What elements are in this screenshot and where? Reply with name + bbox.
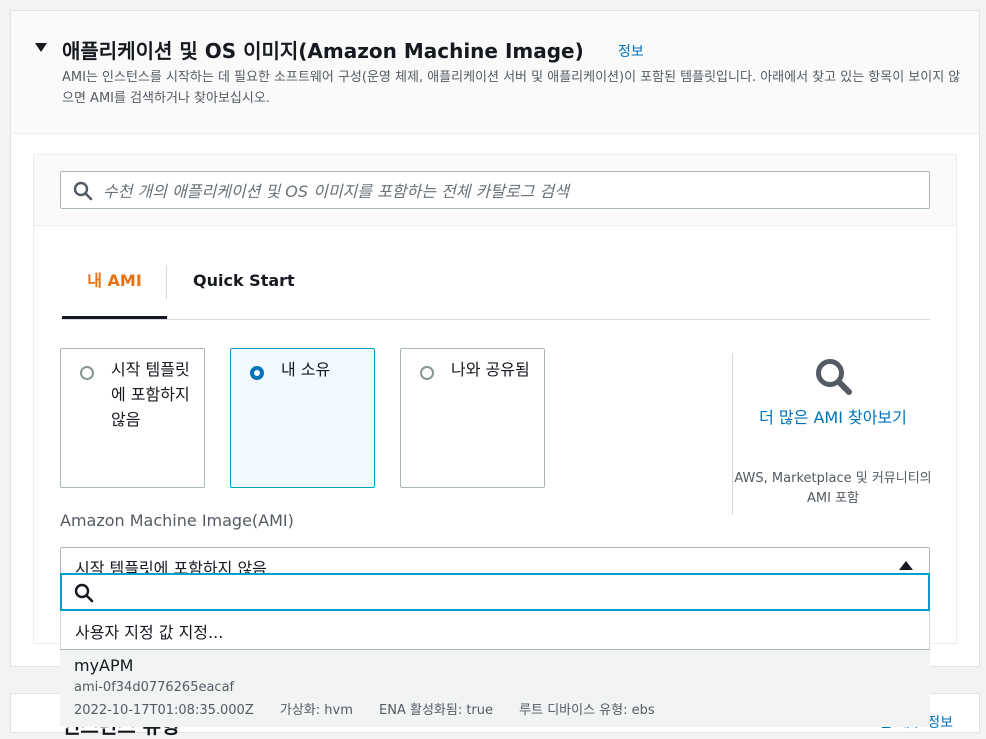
ami-filter-box[interactable] <box>60 573 930 611</box>
custom-value-option[interactable]: 사용자 지정 값 지정... <box>75 619 223 643</box>
ownership-label-not-included: 시작 템플릿에 포함하지 않음 <box>111 360 190 429</box>
tab-divider <box>166 265 167 299</box>
info-link[interactable]: 정보 <box>618 41 644 61</box>
ownership-label-owned-by-me: 내 소유 <box>281 360 331 379</box>
ami-filter-input[interactable] <box>100 575 924 611</box>
radio-shared[interactable] <box>420 366 434 380</box>
catalog-search-band <box>34 155 956 226</box>
tab-my-ami[interactable]: 내 AMI <box>62 255 167 319</box>
caret-up-icon <box>899 561 913 570</box>
ami-option-name: myAPM <box>74 656 134 675</box>
search-icon <box>73 181 93 201</box>
ami-option-ena: ENA 활성화됨: true <box>379 703 494 718</box>
ami-option-meta: 2022-10-17T01:08:35.000Z 가상화: hvm ENA 활성… <box>74 699 677 718</box>
section-description: AMI는 인스턴스를 시작하는 데 필요한 소프트웨어 구성(운영 체제, 애플… <box>62 70 961 106</box>
ami-section-header: 애플리케이션 및 OS 이미지(Amazon Machine Image) 정보… <box>11 11 979 134</box>
radio-owned-by-me[interactable] <box>250 366 264 380</box>
ownership-label-shared: 나와 공유됨 <box>451 360 530 379</box>
ami-field-label: Amazon Machine Image(AMI) <box>60 511 294 530</box>
ownership-tile-not-included[interactable]: 시작 템플릿에 포함하지 않음 <box>60 348 205 488</box>
tab-quick-start[interactable]: Quick Start <box>193 255 295 317</box>
ami-dropdown-list: 사용자 지정 값 지정... myAPM ami-0f34d0776265eac… <box>60 611 930 727</box>
ami-option-date: 2022-10-17T01:08:35.000Z <box>74 703 254 718</box>
collapse-caret-icon[interactable] <box>35 43 47 52</box>
ownership-tile-owned-by-me[interactable]: 내 소유 <box>230 348 375 488</box>
ami-option[interactable]: myAPM ami-0f34d0776265eacaf 2022-10-17T0… <box>60 649 930 727</box>
ami-option-id: ami-0f34d0776265eacaf <box>74 680 235 695</box>
ami-tabs: 내 AMI Quick Start <box>62 255 930 320</box>
catalog-search-box[interactable] <box>60 171 930 210</box>
catalog-search-input[interactable] <box>101 172 905 210</box>
ami-option-virtualization: 가상화: hvm <box>279 703 353 718</box>
section-title: 애플리케이션 및 OS 이미지(Amazon Machine Image) <box>62 39 584 63</box>
browse-more-amis-subtext: AWS, Marketplace 및 커뮤니티의 AMI 포함 <box>734 471 932 506</box>
search-icon <box>74 583 94 603</box>
ami-option-root-device: 루트 디바이스 유형: ebs <box>519 703 655 718</box>
browse-more-amis: 더 많은 AMI 찾아보기 AWS, Marketplace 및 커뮤니티의 A… <box>732 353 933 515</box>
radio-not-included[interactable] <box>80 366 94 380</box>
browse-more-amis-link[interactable]: 더 많은 AMI 찾아보기 <box>733 405 933 431</box>
ownership-tile-shared[interactable]: 나와 공유됨 <box>400 348 545 488</box>
ami-picker-container: 내 AMI Quick Start 시작 템플릿에 포함하지 않음 내 소유 나… <box>33 154 957 644</box>
search-icon[interactable] <box>814 357 854 397</box>
